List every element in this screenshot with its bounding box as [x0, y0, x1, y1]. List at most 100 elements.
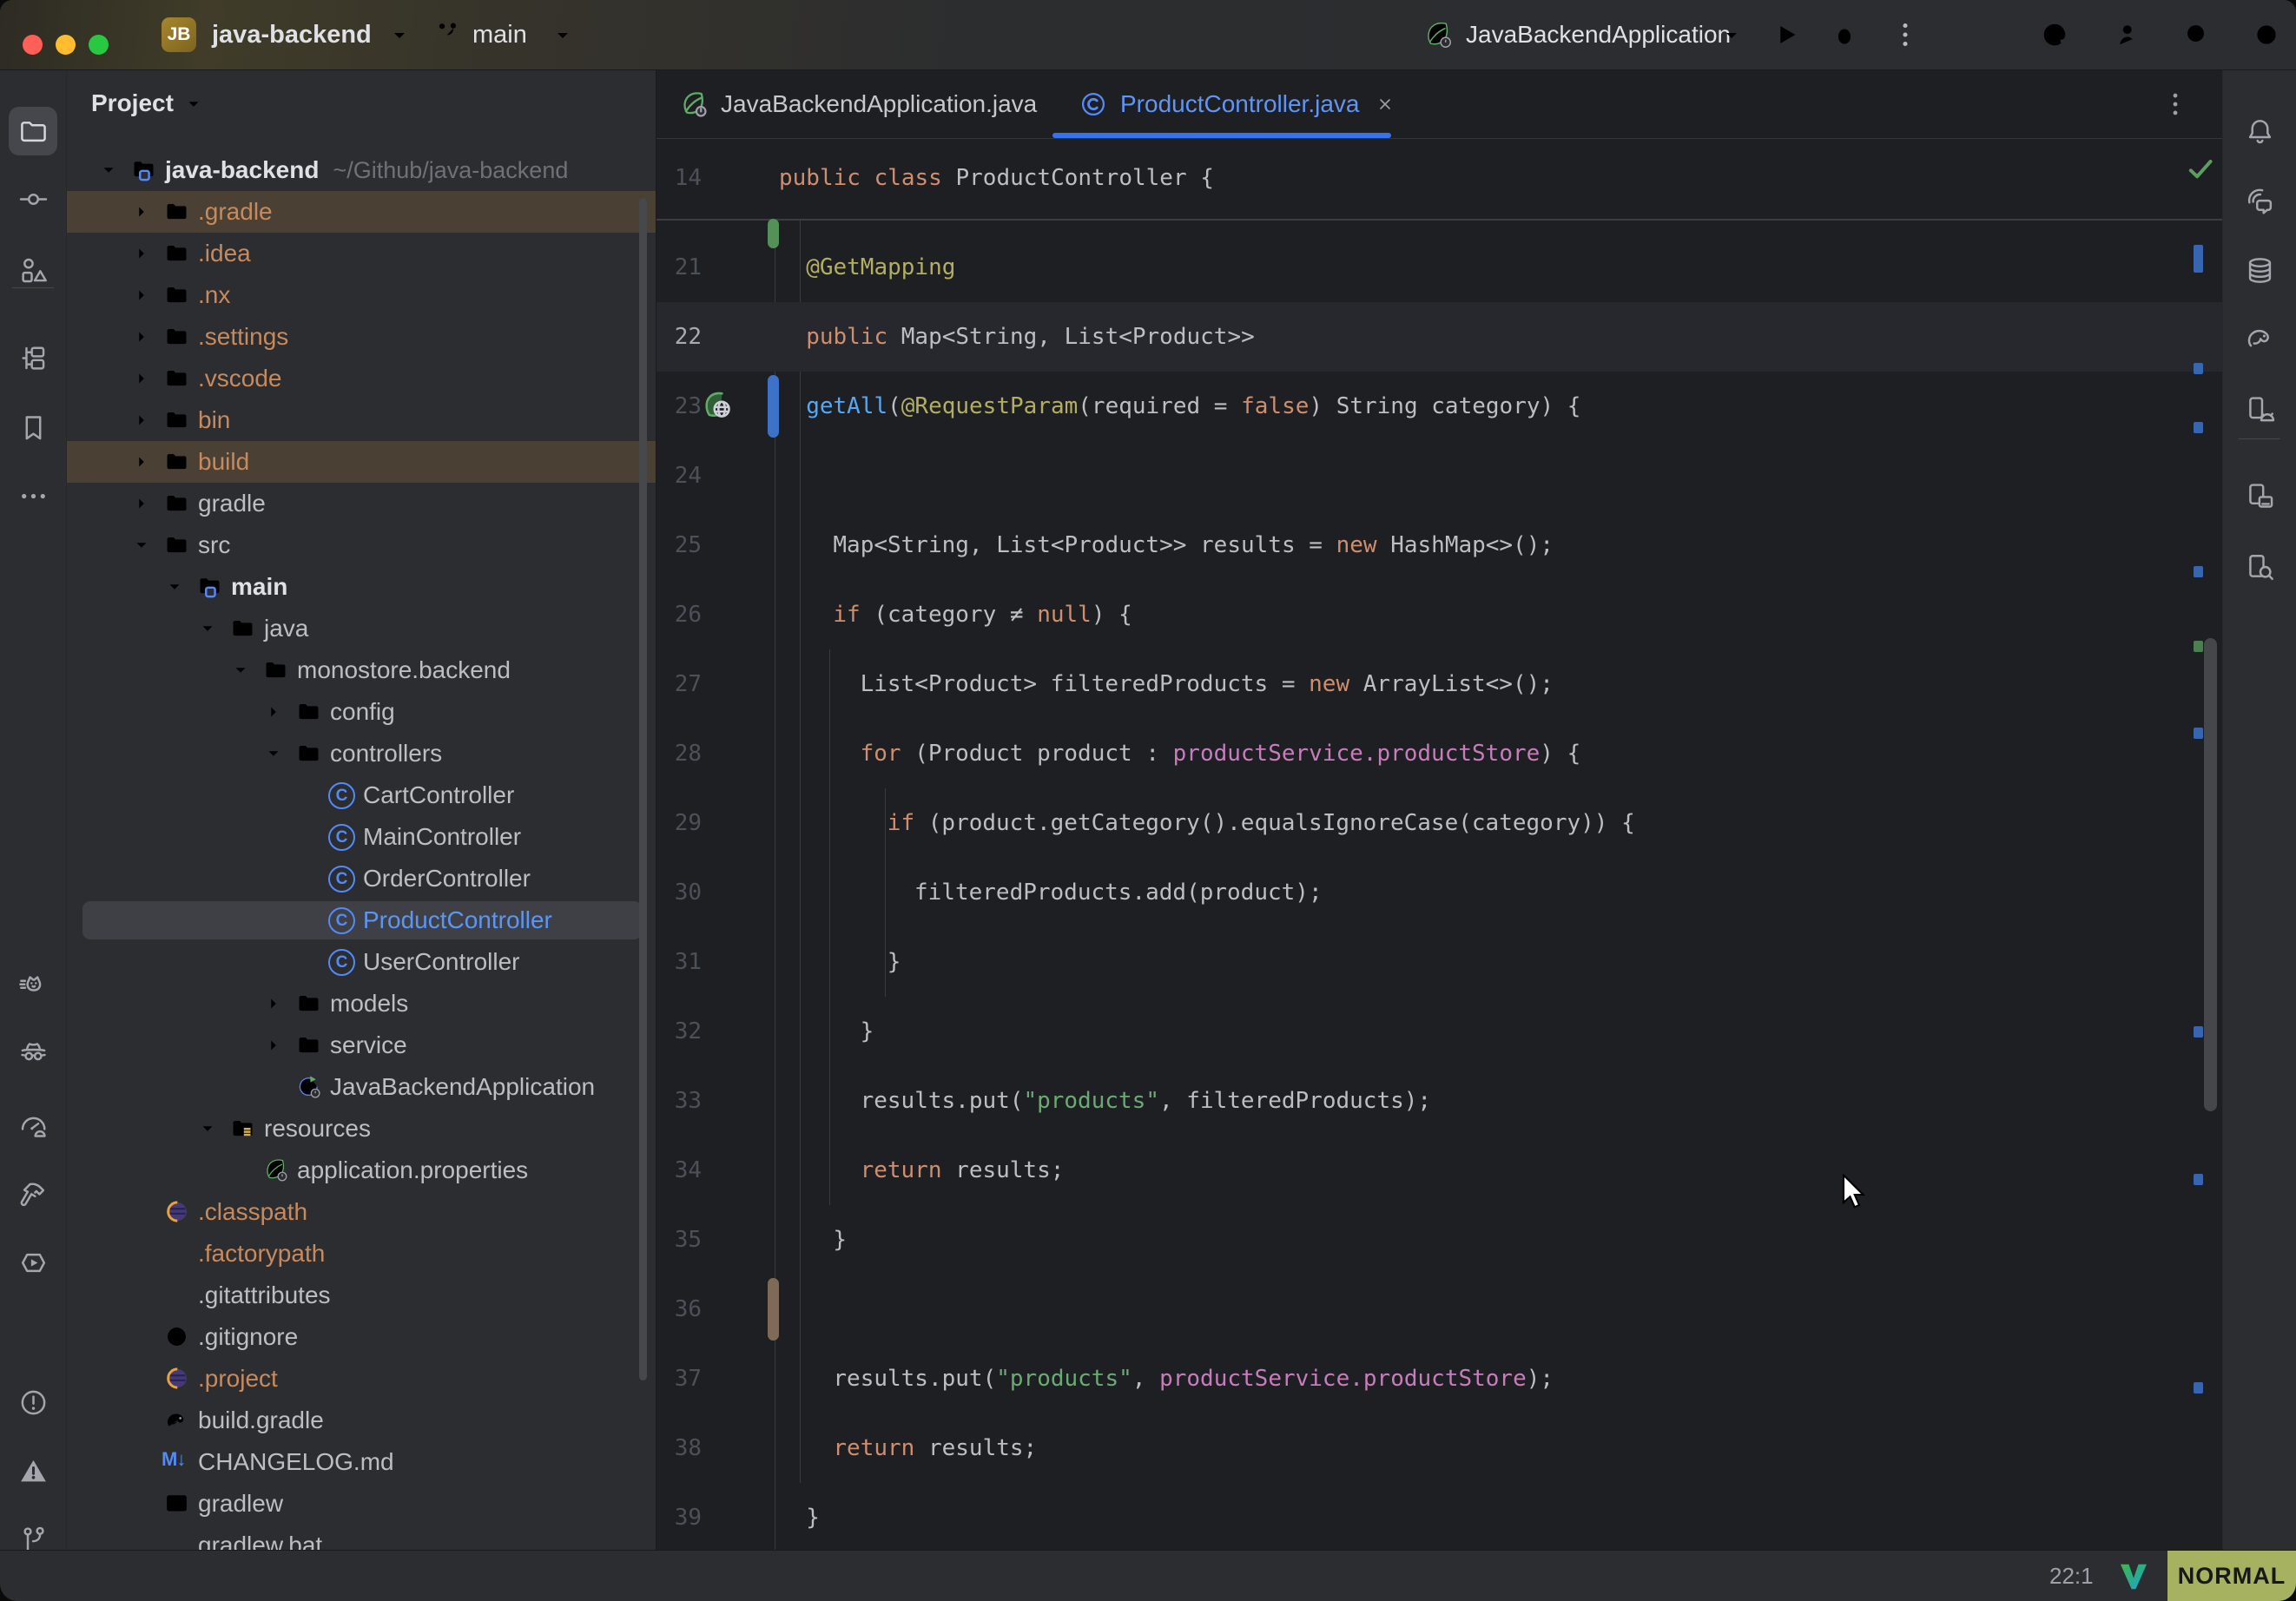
stripe-mark-blue[interactable] — [2194, 1174, 2203, 1185]
tree-item-config[interactable]: config — [67, 691, 656, 733]
tree-item-java[interactable]: java — [67, 608, 656, 649]
tree-item--gradle[interactable]: .gradle — [67, 191, 656, 233]
tab-options-icon[interactable] — [2161, 89, 2190, 119]
line-number-39[interactable]: 39 — [656, 1483, 702, 1551]
vcs-added-marker[interactable] — [768, 219, 779, 248]
line-number-21[interactable]: 21 — [656, 233, 702, 302]
tree-item-main[interactable]: main — [67, 566, 656, 608]
line-number-33[interactable]: 33 — [656, 1066, 702, 1136]
tree-item-javabackendapplication[interactable]: JavaBackendApplication — [67, 1066, 656, 1108]
tool-strip-button-project[interactable] — [9, 107, 57, 155]
chevron-down-icon[interactable] — [184, 95, 203, 114]
stripe-mark-green[interactable] — [2194, 641, 2203, 652]
line-number-14[interactable]: 14 — [656, 143, 702, 213]
tree-item-productcontroller[interactable]: CProductController — [67, 899, 656, 941]
tree-item--factorypath[interactable]: .factorypath — [67, 1233, 656, 1275]
line-number-29[interactable]: 29 — [656, 788, 702, 858]
ai-assistant-button[interactable] — [2039, 19, 2070, 50]
tree-item--project[interactable]: .project — [67, 1358, 656, 1400]
line-number-36[interactable]: 36 — [656, 1275, 702, 1344]
chevron-right-icon[interactable] — [132, 244, 151, 263]
chevron-right-icon[interactable] — [132, 327, 151, 346]
tool-strip-button-device-explorer[interactable] — [2235, 543, 2284, 591]
chevron-right-icon[interactable] — [132, 452, 151, 471]
line-number-35[interactable]: 35 — [656, 1205, 702, 1275]
stripe-mark-blue[interactable] — [2194, 566, 2203, 577]
tool-strip-button-build-tool[interactable] — [9, 333, 57, 382]
run-button[interactable] — [1770, 19, 1801, 50]
line-number-37[interactable]: 37 — [656, 1344, 702, 1413]
tool-strip-button-problems[interactable] — [9, 1378, 57, 1426]
tool-strip-button-terminal[interactable] — [9, 1308, 57, 1356]
chevron-right-icon[interactable] — [132, 202, 151, 221]
tool-strip-button-notifications[interactable] — [2235, 107, 2284, 155]
tree-item--classpath[interactable]: .classpath — [67, 1191, 656, 1233]
tree-item-build[interactable]: build — [67, 441, 656, 483]
add-user-button[interactable] — [2114, 19, 2145, 50]
search-everywhere-button[interactable] — [2181, 19, 2213, 50]
tab-productcontroller[interactable]: ProductController.java — [1052, 70, 1395, 138]
stripe-mark-blue[interactable] — [2194, 1382, 2203, 1393]
run-configuration-selector[interactable]: JavaBackendApplication — [1466, 0, 1731, 69]
tool-strip-button-structure[interactable] — [9, 246, 57, 294]
tree-item-build-gradle[interactable]: build.gradle — [67, 1400, 656, 1441]
project-badge[interactable]: JB — [162, 17, 196, 52]
tree-item-models[interactable]: models — [67, 983, 656, 1025]
tool-strip-button-ai-chat[interactable] — [2235, 177, 2284, 226]
tree-item-gradlew-bat[interactable]: gradlew.bat — [67, 1525, 656, 1551]
tree-item-monostore-backend[interactable]: monostore.backend — [67, 649, 656, 691]
tool-strip-button-database[interactable] — [2235, 246, 2284, 294]
tool-strip-button-incognito[interactable] — [9, 1029, 57, 1077]
stripe-mark-blue[interactable] — [2194, 728, 2203, 739]
tool-strip-button-build[interactable] — [9, 1169, 57, 1218]
line-number-22[interactable]: 22 — [656, 302, 702, 372]
tree-item-controllers[interactable]: controllers — [67, 733, 656, 774]
tree-item-java-backend[interactable]: java-backend~/Github/java-backend — [67, 149, 656, 191]
editor-scrollbar[interactable] — [2204, 638, 2217, 1111]
tree-item-maincontroller[interactable]: CMainController — [67, 816, 656, 858]
chevron-right-icon[interactable] — [132, 286, 151, 305]
tree-item-resources[interactable]: resources — [67, 1108, 656, 1150]
tree-item-src[interactable]: src — [67, 524, 656, 566]
tool-strip-button-warnings[interactable] — [9, 1446, 57, 1495]
chevron-down-icon[interactable] — [264, 744, 283, 763]
caret-position[interactable]: 22:1 — [2049, 1551, 2094, 1601]
tree-item-service[interactable]: service — [67, 1025, 656, 1066]
chevron-down-icon[interactable] — [198, 619, 217, 638]
tool-strip-button-running-devices[interactable] — [2235, 385, 2284, 433]
line-number-25[interactable]: 25 — [656, 511, 702, 580]
tool-strip-button-more-tool-windows[interactable] — [9, 471, 57, 520]
tree-item--nx[interactable]: .nx — [67, 274, 656, 316]
tree-item--idea[interactable]: .idea — [67, 233, 656, 274]
tree-item-usercontroller[interactable]: CUserController — [67, 941, 656, 983]
minimize-window-button[interactable] — [56, 35, 76, 55]
chevron-right-icon[interactable] — [264, 1036, 283, 1055]
line-number-38[interactable]: 38 — [656, 1413, 702, 1483]
tree-item-gradle[interactable]: gradle — [67, 483, 656, 524]
project-selector[interactable]: java-backend — [212, 0, 372, 69]
chevron-down-icon[interactable] — [132, 536, 151, 555]
stripe-mark-blue[interactable] — [2194, 245, 2203, 273]
close-window-button[interactable] — [23, 35, 43, 55]
tool-strip-button-device-manager[interactable] — [2235, 471, 2284, 520]
stripe-mark-blue[interactable] — [2194, 1026, 2203, 1038]
tool-strip-button-profiler[interactable] — [9, 1101, 57, 1150]
chevron-down-icon[interactable] — [165, 577, 184, 596]
branch-selector[interactable]: main — [472, 0, 527, 69]
vcs-changed-marker[interactable] — [768, 375, 779, 438]
debug-button[interactable] — [1829, 19, 1860, 50]
line-number-31[interactable]: 31 — [656, 927, 702, 997]
line-number-34[interactable]: 34 — [656, 1136, 702, 1205]
tree-item-ordercontroller[interactable]: COrderController — [67, 858, 656, 899]
vim-mode-badge[interactable]: NORMAL — [2167, 1551, 2296, 1601]
line-number-24[interactable]: 24 — [656, 441, 702, 511]
chevron-down-icon[interactable] — [198, 1119, 217, 1138]
zoom-window-button[interactable] — [89, 35, 109, 55]
tree-item--gitattributes[interactable]: .gitattributes — [67, 1275, 656, 1316]
tool-strip-button-bookmarks[interactable] — [9, 403, 57, 451]
ideavim-icon[interactable] — [2117, 1560, 2150, 1593]
endpoint-gutter-icon[interactable] — [702, 389, 735, 422]
tree-item--gitignore[interactable]: .gitignore — [67, 1316, 656, 1358]
line-number-30[interactable]: 30 — [656, 858, 702, 927]
tool-strip-button-gradle[interactable] — [2235, 313, 2284, 362]
